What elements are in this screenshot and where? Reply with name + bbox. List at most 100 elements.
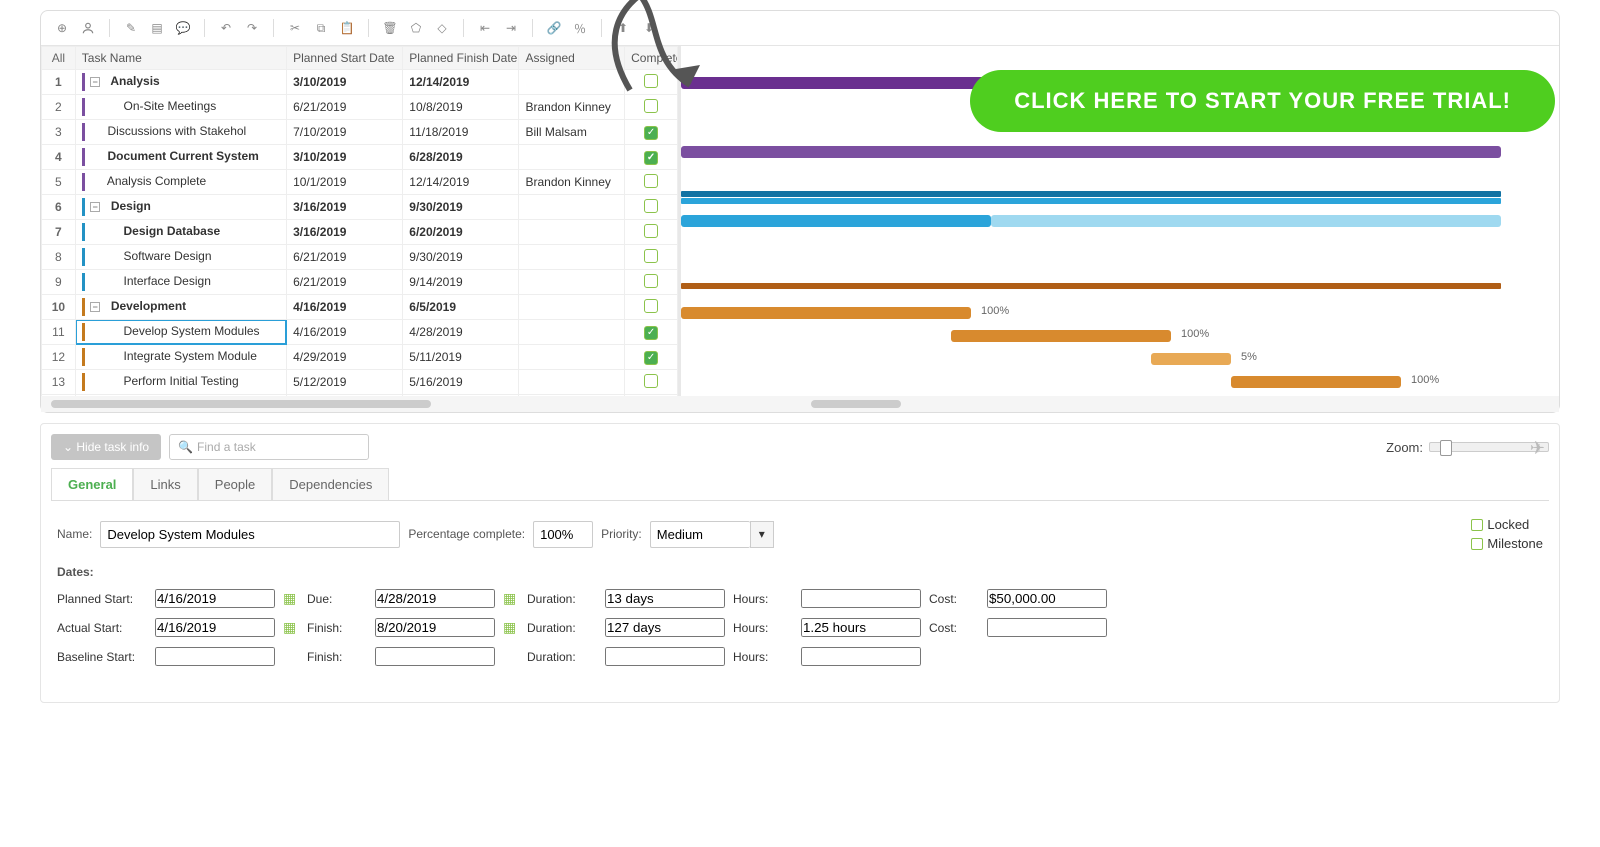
actual-cost-input[interactable] (987, 618, 1107, 637)
link-icon[interactable]: 🔗 (543, 17, 565, 39)
table-row[interactable]: 11 Develop System Modules 4/16/2019 4/28… (42, 320, 678, 345)
redo-icon[interactable]: ↷ (241, 17, 263, 39)
person-icon[interactable] (77, 17, 99, 39)
table-row[interactable]: 4 Document Current System 3/10/2019 6/28… (42, 145, 678, 170)
copy-icon[interactable]: ⧉ (310, 17, 332, 39)
task-name-cell[interactable]: On-Site Meetings (75, 95, 286, 120)
comment-icon[interactable]: 💬 (172, 17, 194, 39)
chevron-down-icon[interactable]: ▾ (750, 521, 774, 548)
gantt-bar[interactable] (681, 215, 991, 227)
task-name-cell[interactable]: − Development (75, 295, 286, 320)
table-row[interactable]: 1 − Analysis 3/10/2019 12/14/2019 (42, 70, 678, 95)
toolbar: ⊕ ✎ ▤ 💬 ↶ ↷ ✂ ⧉ 📋 🗑 ⬠ ◇ ⇤ ⇥ 🔗 ％ ⬆ ⬇ (41, 11, 1559, 46)
actual-duration-input[interactable] (605, 618, 725, 637)
gantt-bar[interactable] (1231, 376, 1401, 388)
table-row[interactable]: 6 − Design 3/16/2019 9/30/2019 (42, 195, 678, 220)
actual-start-input[interactable] (155, 618, 275, 637)
table-row[interactable]: 12 Integrate System Module 4/29/2019 5/1… (42, 345, 678, 370)
task-name-cell[interactable]: Design Database (75, 220, 286, 245)
col-header-assigned[interactable]: Assigned (519, 47, 625, 70)
collapse-icon[interactable]: − (90, 302, 100, 312)
hide-task-info-button[interactable]: ⌄ Hide task info (51, 434, 161, 460)
gantt-bar[interactable] (991, 215, 1501, 227)
table-row[interactable]: 13 Perform Initial Testing 5/12/2019 5/1… (42, 370, 678, 395)
planned-cost-input[interactable] (987, 589, 1107, 608)
tab-people[interactable]: People (198, 468, 272, 500)
priority-select[interactable] (650, 521, 750, 548)
col-header-name[interactable]: Task Name (75, 47, 286, 70)
baseline-start-input[interactable] (155, 647, 275, 666)
table-row[interactable]: 9 Interface Design 6/21/2019 9/14/2019 (42, 270, 678, 295)
gantt-bar[interactable] (951, 330, 1171, 342)
gantt-bar[interactable] (681, 191, 1501, 197)
calendar-icon[interactable]: ▦ (503, 590, 519, 607)
col-header-start[interactable]: Planned Start Date (287, 47, 403, 70)
task-name-cell[interactable]: Document Current System (75, 145, 286, 170)
task-name-cell[interactable]: Software Design (75, 245, 286, 270)
tab-general[interactable]: General (51, 468, 133, 500)
planned-duration-input[interactable] (605, 589, 725, 608)
calendar-icon[interactable]: ▦ (283, 590, 299, 607)
priority-icon[interactable]: ◇ (431, 17, 453, 39)
percentage-input[interactable] (533, 521, 593, 548)
actual-finish-input[interactable] (375, 618, 495, 637)
planned-start-input[interactable] (155, 589, 275, 608)
task-name-cell[interactable]: − Analysis (75, 70, 286, 95)
gantt-bar[interactable] (681, 146, 1501, 158)
task-name-cell[interactable]: − Design (75, 195, 286, 220)
cta-free-trial[interactable]: CLICK HERE TO START YOUR FREE TRIAL! (970, 70, 1555, 132)
task-name-cell[interactable]: Analysis Complete (75, 170, 286, 195)
calendar-icon[interactable]: ▦ (283, 619, 299, 636)
table-row[interactable]: 5 Analysis Complete 10/1/2019 12/14/2019… (42, 170, 678, 195)
planned-due-input[interactable] (375, 589, 495, 608)
collapse-icon[interactable]: − (90, 202, 100, 212)
find-task-input[interactable]: 🔍 Find a task (169, 434, 369, 460)
add-icon[interactable]: ⊕ (51, 17, 73, 39)
edit-icon[interactable]: ✎ (120, 17, 142, 39)
gantt-scrollbar[interactable] (681, 396, 1559, 412)
attach-icon[interactable]: ％ (569, 17, 591, 39)
actual-hours-input[interactable] (801, 618, 921, 637)
gantt-bar[interactable] (1151, 353, 1231, 365)
indent-icon[interactable]: ⇥ (500, 17, 522, 39)
tab-dependencies[interactable]: Dependencies (272, 468, 389, 500)
col-header-complete[interactable]: Complete (625, 47, 678, 70)
undo-icon[interactable]: ↶ (215, 17, 237, 39)
gantt-bar[interactable] (681, 198, 1501, 204)
import-icon[interactable]: ⬇ (638, 17, 660, 39)
calendar-icon[interactable]: ▦ (503, 619, 519, 636)
locked-checkbox[interactable]: Locked (1471, 517, 1543, 532)
tag-icon[interactable]: ⬠ (405, 17, 427, 39)
table-row[interactable]: 7 Design Database 3/16/2019 6/20/2019 (42, 220, 678, 245)
complete-checkbox (644, 99, 658, 113)
table-row[interactable]: 10 − Development 4/16/2019 6/5/2019 (42, 295, 678, 320)
cut-icon[interactable]: ✂ (284, 17, 306, 39)
paste-icon[interactable]: 📋 (336, 17, 358, 39)
baseline-finish-input[interactable] (375, 647, 495, 666)
task-name-cell[interactable]: Integrate System Module (75, 345, 286, 370)
table-row[interactable]: 8 Software Design 6/21/2019 9/30/2019 (42, 245, 678, 270)
delete-icon[interactable]: 🗑 (379, 17, 401, 39)
gantt-bar[interactable] (681, 283, 1501, 289)
collapse-icon[interactable]: − (90, 77, 100, 87)
outdent-icon[interactable]: ⇤ (474, 17, 496, 39)
task-name-cell[interactable]: Perform Initial Testing (75, 370, 286, 395)
table-row[interactable]: 2 On-Site Meetings 6/21/2019 10/8/2019 B… (42, 95, 678, 120)
milestone-checkbox[interactable]: Milestone (1471, 536, 1543, 551)
gantt-bar[interactable] (681, 307, 971, 319)
col-header-finish[interactable]: Planned Finish Date (403, 47, 519, 70)
task-name-cell[interactable]: Develop System Modules (75, 320, 286, 345)
table-scrollbar[interactable] (41, 396, 681, 412)
baseline-hours-input[interactable] (801, 647, 921, 666)
export-icon[interactable]: ⬆ (612, 17, 634, 39)
table-row[interactable]: 3 Discussions with Stakehol 7/10/2019 11… (42, 120, 678, 145)
tab-links[interactable]: Links (133, 468, 197, 500)
send-icon[interactable]: ✈ (1530, 438, 1545, 459)
baseline-duration-input[interactable] (605, 647, 725, 666)
name-input[interactable] (100, 521, 400, 548)
planned-hours-input[interactable] (801, 589, 921, 608)
task-name-cell[interactable]: Discussions with Stakehol (75, 120, 286, 145)
task-name-cell[interactable]: Interface Design (75, 270, 286, 295)
col-header-all[interactable]: All (42, 47, 76, 70)
note-icon[interactable]: ▤ (146, 17, 168, 39)
